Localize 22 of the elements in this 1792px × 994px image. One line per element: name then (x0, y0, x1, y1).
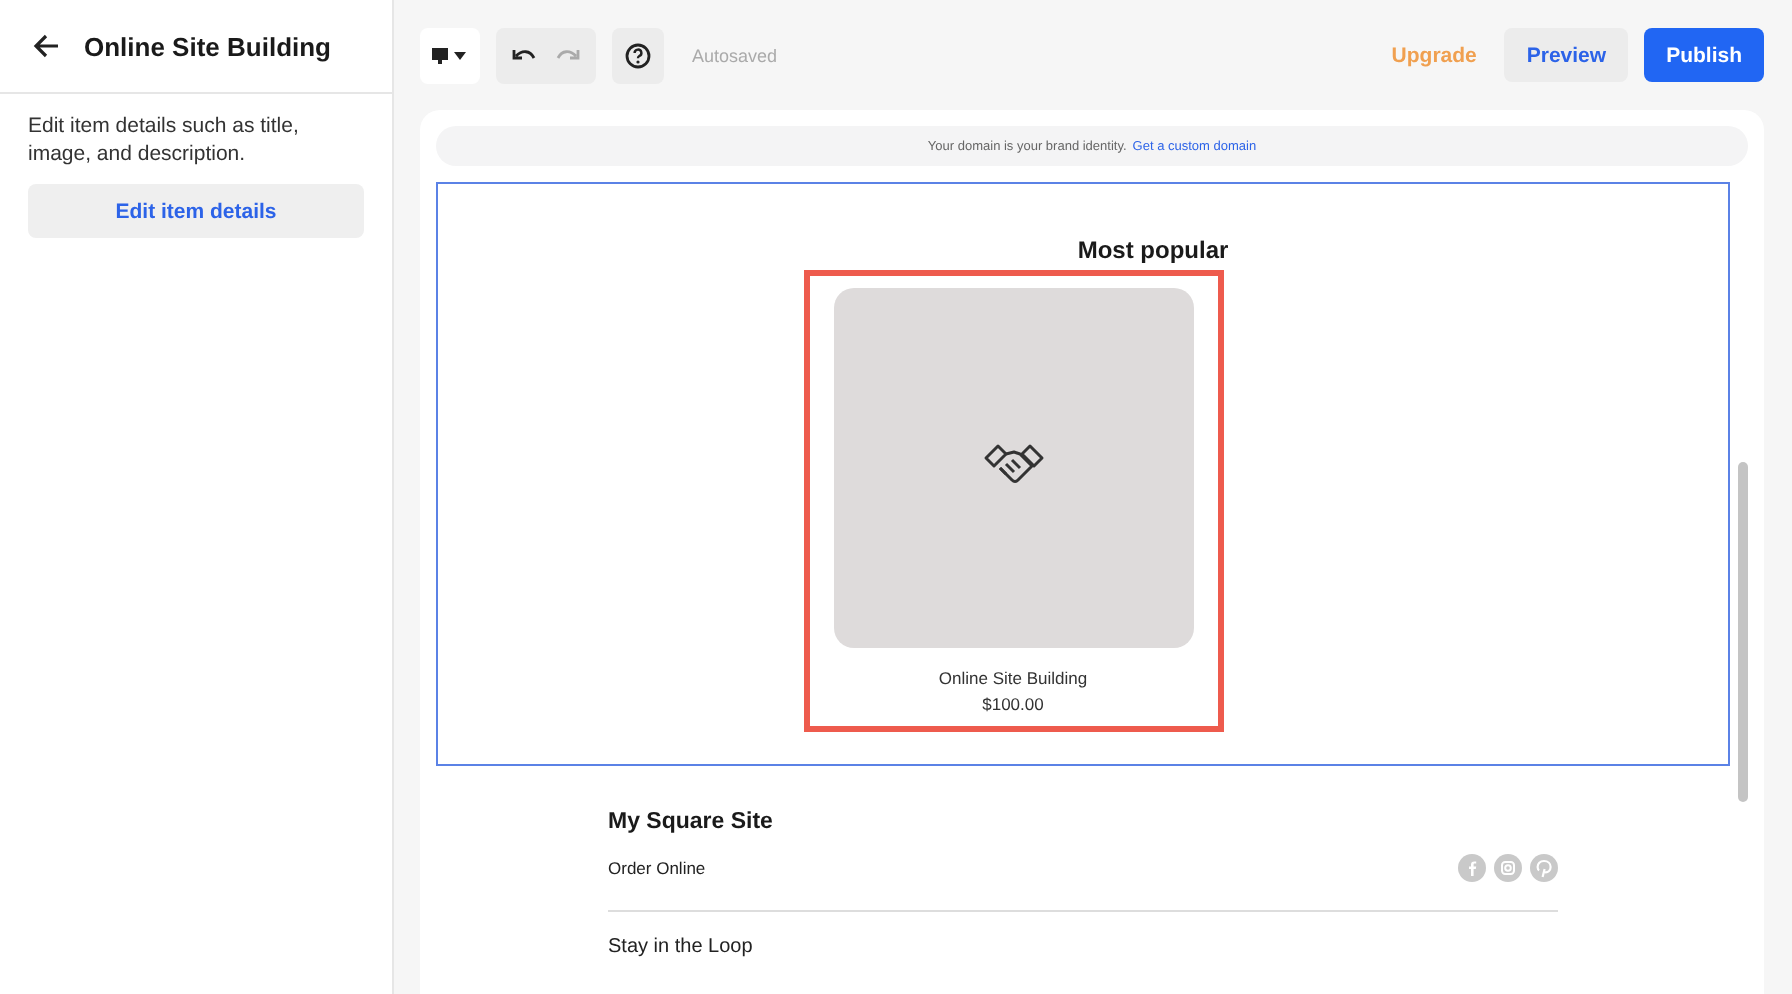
monitor-caret-icon (432, 45, 468, 65)
panel-title: Online Site Building (84, 31, 331, 61)
publish-button[interactable]: Publish (1644, 28, 1764, 82)
section-heading: Most popular (1077, 236, 1229, 264)
facebook-icon[interactable] (1458, 854, 1486, 882)
site-name: My Square Site (608, 810, 775, 834)
footer-heading: Stay in the Loop (608, 936, 755, 958)
preview-button[interactable]: Preview (1504, 28, 1629, 82)
edit-details-button[interactable]: Edit item details (28, 184, 364, 238)
device-dropdown[interactable] (420, 27, 480, 83)
help-icon[interactable] (612, 27, 664, 83)
pinterest-icon[interactable] (1530, 854, 1558, 882)
product-name: Online Site Building (938, 668, 1088, 688)
order-online-link[interactable]: Order Online (608, 858, 706, 878)
product-price: $100.00 (982, 694, 1044, 714)
autosave-status: Autosaved (692, 45, 778, 65)
product-card[interactable]: Online Site Building $100.00 (809, 276, 1217, 726)
instagram-icon[interactable] (1494, 854, 1522, 882)
product-section[interactable]: Most popular Online Site Building $100.00 (436, 182, 1730, 766)
scrollbar-thumb[interactable] (1738, 462, 1748, 802)
back-arrow-icon[interactable] (32, 32, 60, 60)
panel-description: Edit item details such as title, image, and description. (26, 112, 301, 168)
